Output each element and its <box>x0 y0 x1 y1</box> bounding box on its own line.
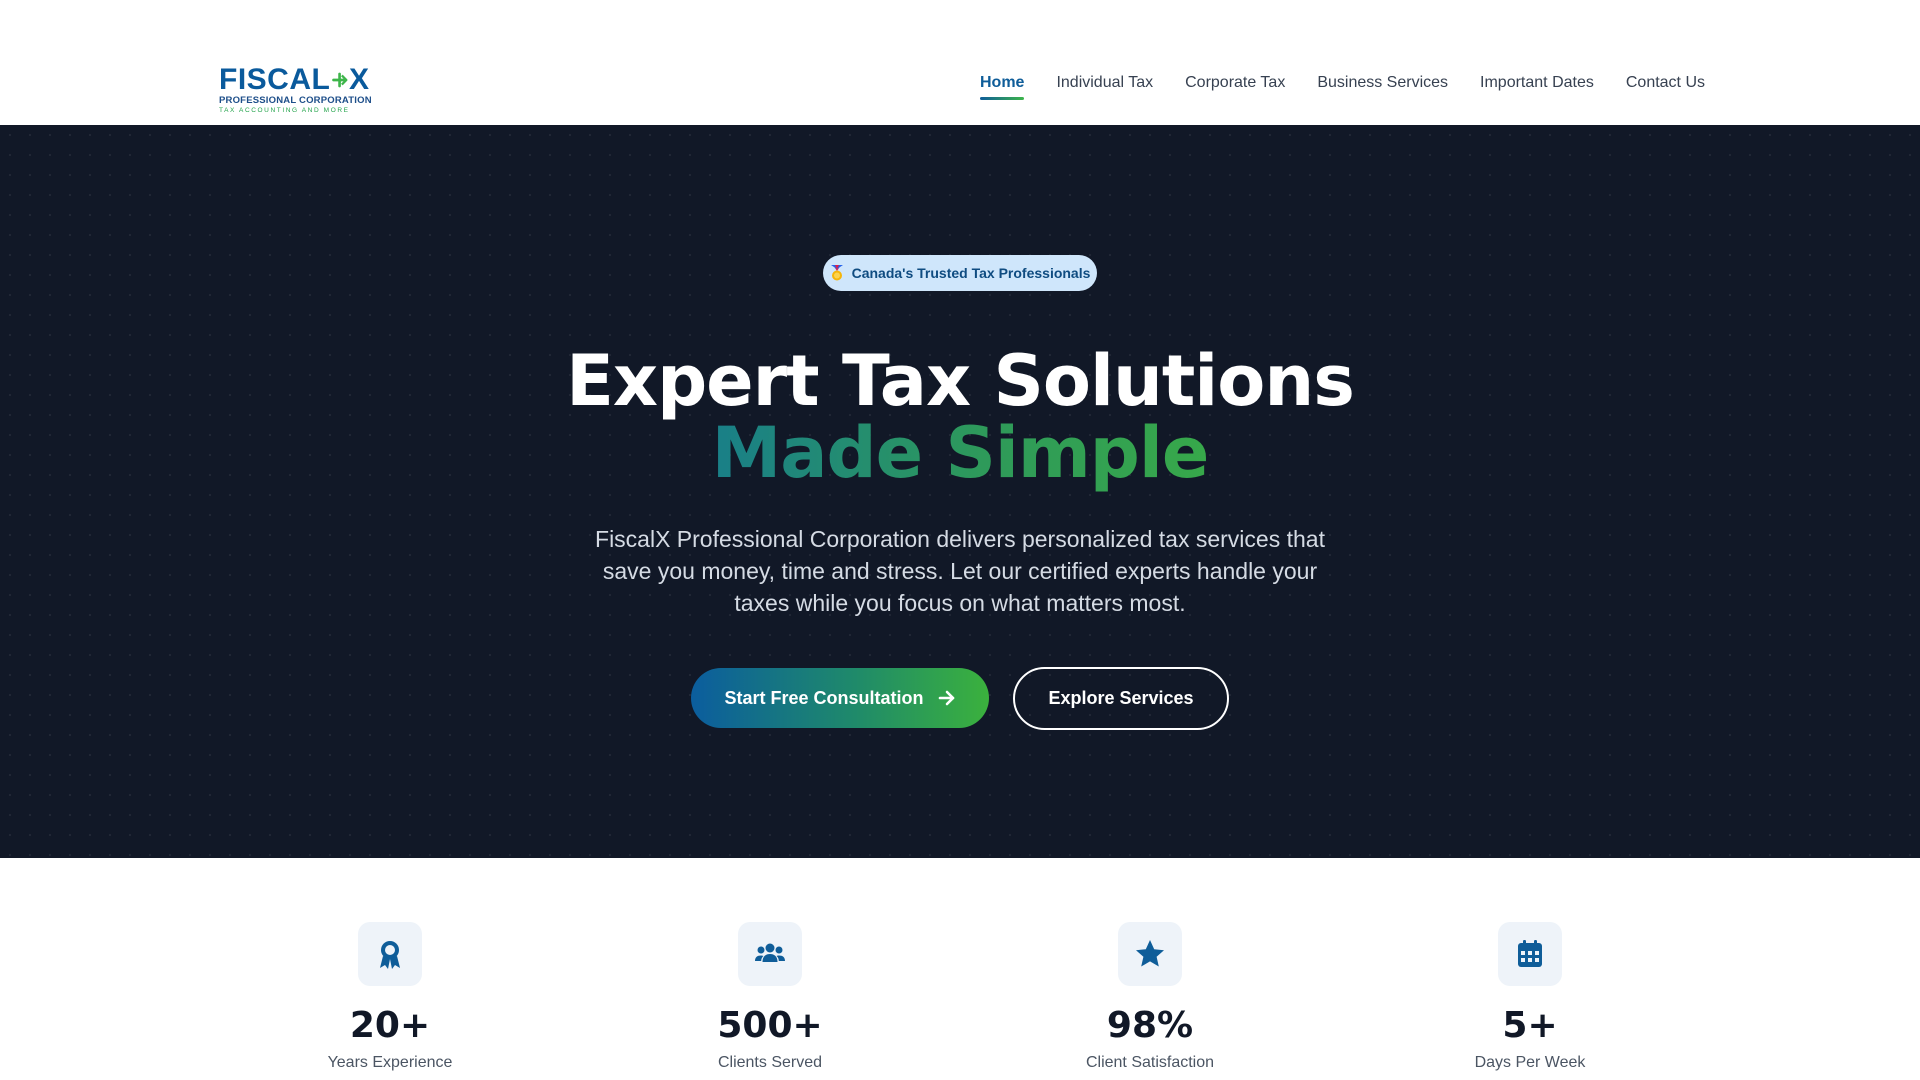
nav-item-individual-tax[interactable]: Individual Tax <box>1056 74 1153 100</box>
logo-wordmark: FISCAL X <box>219 63 369 96</box>
nav-item-important-dates[interactable]: Important Dates <box>1480 74 1594 100</box>
logo-name: FISCAL <box>219 63 331 96</box>
start-consultation-button[interactable]: Start Free Consultation <box>691 668 989 728</box>
stat-value: 5+ <box>1502 1005 1558 1046</box>
stat-value: 500+ <box>717 1005 823 1046</box>
users-icon <box>755 943 785 962</box>
hero-description: FiscalX Professional Corporation deliver… <box>595 526 1325 616</box>
stat-value: 98% <box>1106 1005 1194 1046</box>
stat-client-satisfaction: 98% Client Satisfaction <box>1030 922 1270 1072</box>
calendar-icon <box>1518 940 1542 967</box>
stat-years-experience: 20+ Years Experience <box>270 922 510 1072</box>
logo-tagline: TAX ACCOUNTING AND MORE <box>219 107 350 114</box>
trust-badge-text: Canada's Trusted Tax Professionals <box>851 265 1091 281</box>
stat-label: Years Experience <box>327 1054 453 1071</box>
hero-title-highlight-text: Made Simple <box>711 412 1210 494</box>
stat-icon-box <box>738 922 802 986</box>
logo-name-end: X <box>348 63 369 96</box>
fiscalx-logo[interactable]: FISCAL X PROFESSIONAL CORPORATION TAX AC… <box>219 63 372 115</box>
stat-icon-box <box>1498 922 1562 986</box>
stat-label: Days Per Week <box>1474 1054 1586 1071</box>
site-header: FISCAL X PROFESSIONAL CORPORATION TAX AC… <box>0 0 1920 125</box>
start-consultation-label: Start Free Consultation <box>724 687 924 708</box>
stat-label: Client Satisfaction <box>1085 1054 1215 1071</box>
nav-item-corporate-tax[interactable]: Corporate Tax <box>1185 74 1285 100</box>
award-icon <box>380 941 400 969</box>
hero-title-highlight: Made Simple <box>0 417 1920 489</box>
stat-label: Clients Served <box>717 1054 823 1071</box>
stat-value: 20+ <box>349 1005 431 1046</box>
nav-item-contact-us[interactable]: Contact Us <box>1626 74 1705 100</box>
star-icon <box>1136 940 1164 967</box>
logo-subtitle: PROFESSIONAL CORPORATION <box>219 95 372 106</box>
stats-section: 20+ Years Experience 500+ Clients Served… <box>0 858 1920 1080</box>
stat-icon-box <box>1118 922 1182 986</box>
stat-icon-box <box>358 922 422 986</box>
arrow-right-icon <box>938 690 954 706</box>
logo-arrow-icon <box>332 72 348 88</box>
main-nav: Home Individual Tax Corporate Tax Busine… <box>980 74 1705 100</box>
nav-item-home[interactable]: Home <box>980 74 1025 100</box>
trust-badge: Canada's Trusted Tax Professionals <box>823 255 1097 291</box>
stat-clients-served: 500+ Clients Served <box>650 922 890 1072</box>
explore-services-label: Explore Services <box>1048 688 1194 708</box>
hero-section: Canada's Trusted Tax Professionals Exper… <box>0 125 1920 858</box>
hero-title: Expert Tax Solutions <box>566 340 1355 422</box>
explore-services-button[interactable]: Explore Services <box>1013 667 1229 730</box>
medal-icon <box>830 265 843 281</box>
stat-days-per-week: 5+ Days Per Week <box>1410 922 1650 1072</box>
nav-item-business-services[interactable]: Business Services <box>1317 74 1448 100</box>
